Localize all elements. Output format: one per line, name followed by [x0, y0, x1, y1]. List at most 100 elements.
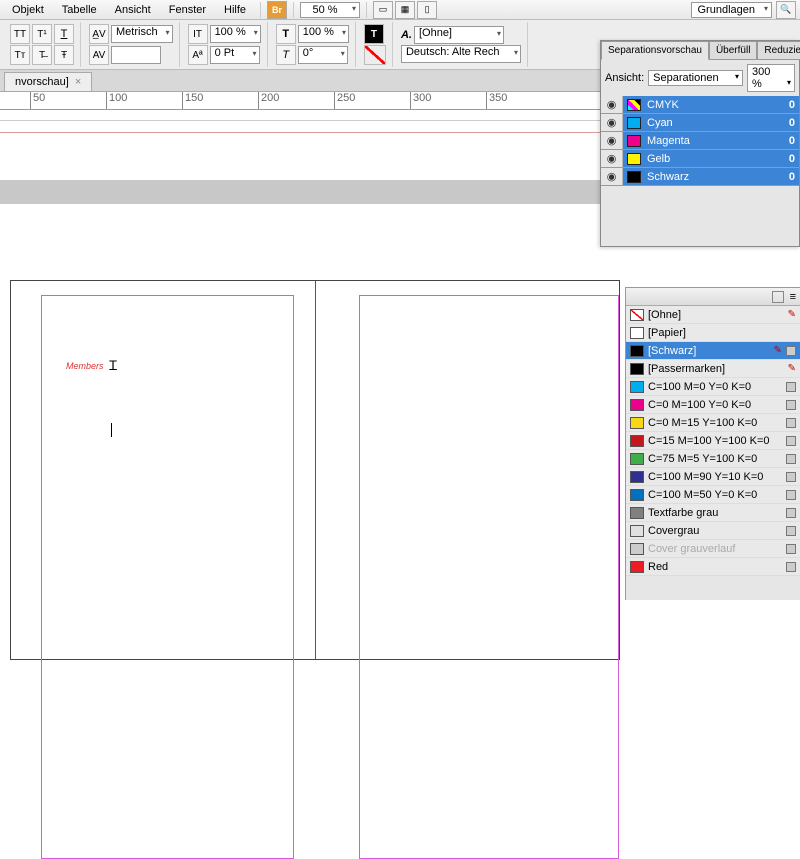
search-icon[interactable]: 🔍 [776, 1, 796, 19]
swatch-row[interactable]: C=100 M=0 Y=0 K=0 [626, 378, 800, 396]
visibility-eye-icon[interactable]: ◉ [601, 150, 623, 167]
separation-row[interactable]: ◉ Magenta 0 [601, 132, 799, 150]
ansicht-select[interactable]: Separationen [648, 70, 743, 86]
color-mode-icon [786, 382, 796, 392]
page-spread: Members Ꮖ [10, 280, 620, 660]
tracking-icon[interactable]: AV [89, 45, 109, 65]
strikethrough-icon[interactable]: T̶ [32, 45, 52, 65]
swatch-row[interactable]: Cover grauverlauf [626, 540, 800, 558]
tracking-input[interactable] [111, 46, 161, 64]
swatch-row[interactable]: C=0 M=15 Y=100 K=0 [626, 414, 800, 432]
tab-separations[interactable]: Separationsvorschau [601, 41, 709, 60]
swatch-row[interactable]: Red [626, 558, 800, 576]
separation-value: 0 [785, 171, 799, 183]
panel-menu-icon[interactable]: ≡ [790, 291, 796, 303]
sep-zoom-select[interactable]: 300 % [747, 64, 795, 92]
swatch-name: Cover grauverlauf [648, 543, 782, 555]
ansicht-label: Ansicht: [605, 72, 644, 84]
visibility-eye-icon[interactable]: ◉ [601, 168, 623, 185]
swatch-chip [630, 417, 644, 429]
swatch-chip [630, 399, 644, 411]
pencil-icon: ✎ [774, 345, 782, 356]
tab-flatten[interactable]: Reduzie [757, 41, 800, 60]
arrange-icon[interactable]: ▯ [417, 1, 437, 19]
color-mode-icon [786, 454, 796, 464]
color-mode-icon [786, 472, 796, 482]
swatch-row[interactable]: Covergrau [626, 522, 800, 540]
document-tab[interactable]: nvorschau] × [4, 72, 92, 91]
swatch-name: [Schwarz] [648, 345, 770, 357]
workspace-dropdown[interactable]: Grundlagen [691, 2, 773, 18]
swatch-name: Textfarbe grau [648, 507, 782, 519]
swatch-row[interactable]: [Papier] [626, 324, 800, 342]
underline-icon[interactable]: T [54, 24, 74, 44]
swatch-row[interactable]: [Passermarken]✎ [626, 360, 800, 378]
separation-value: 0 [785, 99, 799, 111]
swatch-chip [630, 489, 644, 501]
hscale-icon[interactable]: T [276, 24, 296, 44]
separation-name: Gelb [645, 153, 785, 165]
skew-icon[interactable]: T [276, 45, 296, 65]
close-icon[interactable]: × [75, 76, 81, 88]
bridge-button[interactable]: Br [267, 1, 287, 19]
separations-panel: Separationsvorschau Überfüll Reduzie Ans… [600, 40, 800, 247]
ligature-icon[interactable]: Ŧ [54, 45, 74, 65]
swatch-name: C=75 M=5 Y=100 K=0 [648, 453, 782, 465]
menu-tabelle[interactable]: Tabelle [54, 2, 105, 18]
vscale-input[interactable]: 100 % [210, 25, 261, 43]
margin-guide-left [41, 295, 294, 859]
swatch-row[interactable]: Textfarbe grau [626, 504, 800, 522]
menu-ansicht[interactable]: Ansicht [107, 2, 159, 18]
text-frame-content[interactable]: Members [66, 361, 104, 371]
superscript-icon[interactable]: TT [10, 24, 30, 44]
charstyle-select[interactable]: [Ohne] [414, 26, 504, 44]
color-mode-icon [786, 436, 796, 446]
separation-list: ◉ CMYK 0◉ Cyan 0◉ Magenta 0◉ Gelb 0◉ Sch… [601, 96, 799, 186]
visibility-eye-icon[interactable]: ◉ [601, 114, 623, 131]
swatch-row[interactable]: C=100 M=90 Y=10 K=0 [626, 468, 800, 486]
color-mode-icon [786, 508, 796, 518]
kerning-select[interactable]: Metrisch [111, 25, 173, 43]
swatch-name: Red [648, 561, 782, 573]
separation-value: 0 [785, 153, 799, 165]
swatch-row[interactable]: C=100 M=50 Y=0 K=0 [626, 486, 800, 504]
menu-hilfe[interactable]: Hilfe [216, 2, 254, 18]
visibility-eye-icon[interactable]: ◉ [601, 96, 623, 113]
pencil-icon: ✎ [788, 363, 796, 374]
separation-row[interactable]: ◉ Schwarz 0 [601, 168, 799, 186]
swatch-row[interactable]: C=15 M=100 Y=100 K=0 [626, 432, 800, 450]
skew-input[interactable]: 0° [298, 46, 348, 64]
visibility-eye-icon[interactable]: ◉ [601, 132, 623, 149]
vscale-icon[interactable]: IT [188, 24, 208, 44]
swatch-name: C=0 M=15 Y=100 K=0 [648, 417, 782, 429]
swatch-tint-icon[interactable] [772, 291, 784, 303]
swatch-row[interactable]: [Ohne]✎ [626, 306, 800, 324]
fill-icon[interactable]: T [364, 24, 384, 44]
hscale-input[interactable]: 100 % [298, 25, 349, 43]
separation-row[interactable]: ◉ CMYK 0 [601, 96, 799, 114]
subscript-icon[interactable]: T¹ [32, 24, 52, 44]
menu-fenster[interactable]: Fenster [161, 2, 214, 18]
menu-objekt[interactable]: Objekt [4, 2, 52, 18]
language-select[interactable]: Deutsch: Alte Rech [401, 45, 521, 63]
kerning-icon[interactable]: A̲V [89, 24, 109, 44]
separation-name: Cyan [645, 117, 785, 129]
separation-row[interactable]: ◉ Cyan 0 [601, 114, 799, 132]
separation-row[interactable]: ◉ Gelb 0 [601, 150, 799, 168]
smallcaps-icon[interactable]: Tᴛ [10, 45, 30, 65]
swatches-panel: ≡ [Ohne]✎[Papier][Schwarz]✎[Passermarken… [625, 287, 800, 600]
baseline-icon[interactable]: Aª [188, 45, 208, 65]
baseline-input[interactable]: 0 Pt [210, 46, 260, 64]
swatch-row[interactable]: C=0 M=100 Y=0 K=0 [626, 396, 800, 414]
screen-mode-icon[interactable]: ▭ [373, 1, 393, 19]
zoom-dropdown[interactable]: 50 % [300, 2, 360, 18]
swatch-row[interactable]: [Schwarz] ✎ [626, 342, 800, 360]
color-mode-icon [786, 346, 796, 356]
view-options-icon[interactable]: ▦ [395, 1, 415, 19]
swatch-row[interactable]: C=75 M=5 Y=100 K=0 [626, 450, 800, 468]
separation-value: 0 [785, 117, 799, 129]
tab-trap[interactable]: Überfüll [709, 41, 757, 60]
stroke-none-icon[interactable] [364, 45, 386, 65]
color-mode-icon [786, 490, 796, 500]
separation-name: Magenta [645, 135, 785, 147]
